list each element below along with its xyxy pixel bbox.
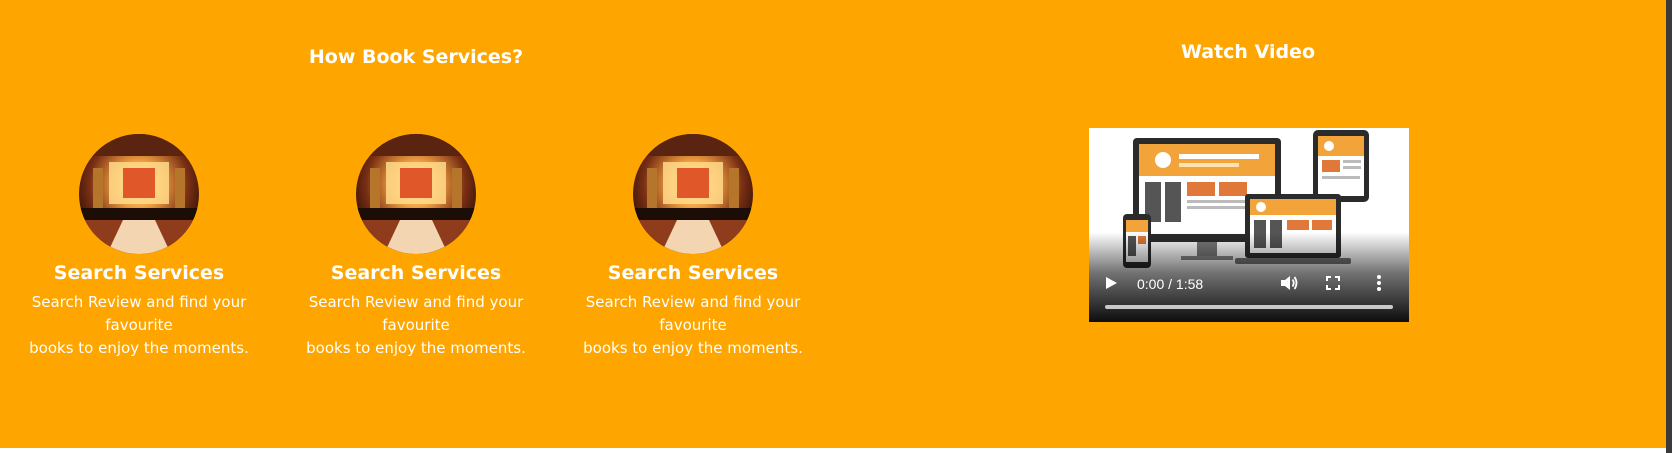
step-description-line: Search Review and find your favourite [585, 293, 801, 334]
step-description: Search Review and find your favourite bo… [277, 291, 555, 360]
step-description-line: books to enjoy the moments. [306, 339, 526, 357]
window-edge [1666, 0, 1672, 453]
step-card: Search Services Search Review and find y… [554, 134, 832, 360]
fullscreen-icon[interactable] [1325, 275, 1341, 291]
step-description-line: books to enjoy the moments. [29, 339, 249, 357]
how-book-services-section: How Book Services? Watch Video Search Se… [0, 0, 1666, 448]
video-player[interactable]: 0:00 / 1:58 [1089, 128, 1409, 322]
step-title: Search Services [330, 262, 502, 284]
step-description-line: books to enjoy the moments. [583, 339, 803, 357]
play-icon[interactable] [1103, 275, 1119, 291]
how-book-services-heading: How Book Services? [308, 46, 524, 68]
step-title: Search Services [607, 262, 779, 284]
step-description-line: Search Review and find your favourite [31, 293, 247, 334]
step-description: Search Review and find your favourite bo… [554, 291, 832, 360]
video-controls: 0:00 / 1:58 [1089, 262, 1409, 322]
video-progress-bar[interactable] [1105, 305, 1393, 309]
step-card: Search Services Search Review and find y… [277, 134, 555, 360]
wedding-hall-image [633, 134, 753, 254]
step-title: Search Services [53, 262, 225, 284]
watch-video-heading: Watch Video [1180, 41, 1315, 63]
step-card: Search Services Search Review and find y… [0, 134, 278, 360]
wedding-hall-image [356, 134, 476, 254]
more-options-icon[interactable] [1375, 274, 1383, 292]
step-description-line: Search Review and find your favourite [308, 293, 524, 334]
video-time-display: 0:00 / 1:58 [1137, 276, 1204, 292]
step-description: Search Review and find your favourite bo… [0, 291, 278, 360]
wedding-hall-image [79, 134, 199, 254]
volume-icon[interactable] [1279, 274, 1299, 292]
